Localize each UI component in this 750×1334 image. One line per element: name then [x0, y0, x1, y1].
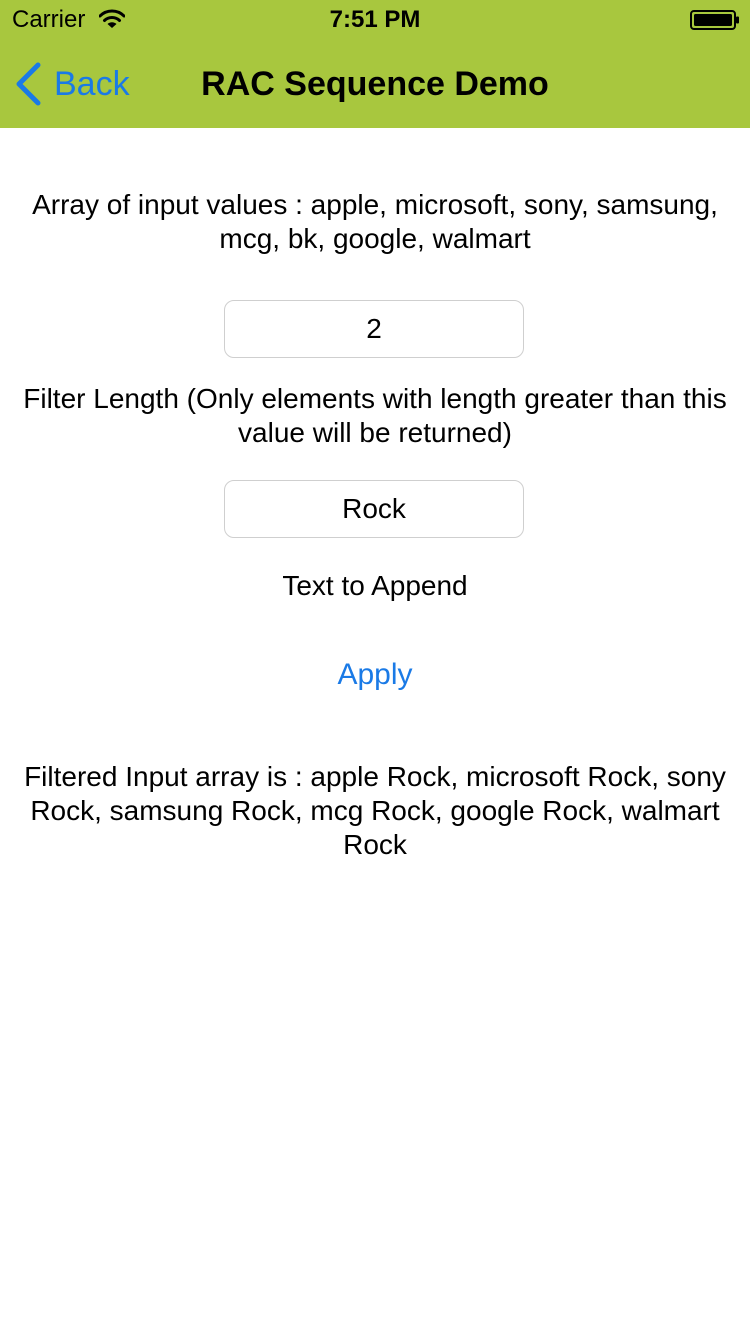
- apply-button[interactable]: Apply: [0, 655, 750, 695]
- status-time: 7:51 PM: [329, 6, 421, 33]
- input-values-label: Array of input values : apple, microsoft…: [32, 189, 718, 254]
- status-bar: Carrier 7:51 PM: [0, 0, 750, 40]
- navigation-bar: Back RAC Sequence Demo: [0, 40, 750, 128]
- header-bar: Carrier 7:51 PM Back RAC Sequence Demo: [0, 0, 750, 128]
- filter-length-label: Filter Length (Only elements with length…: [23, 383, 727, 448]
- append-text-label: Text to Append: [282, 570, 468, 601]
- page-title: RAC Sequence Demo: [201, 65, 549, 103]
- filtered-result-text: Filtered Input array is : apple Rock, mi…: [24, 761, 726, 860]
- battery-icon: [690, 10, 739, 30]
- filter-length-field[interactable]: [224, 300, 524, 358]
- append-text-field[interactable]: [224, 480, 524, 538]
